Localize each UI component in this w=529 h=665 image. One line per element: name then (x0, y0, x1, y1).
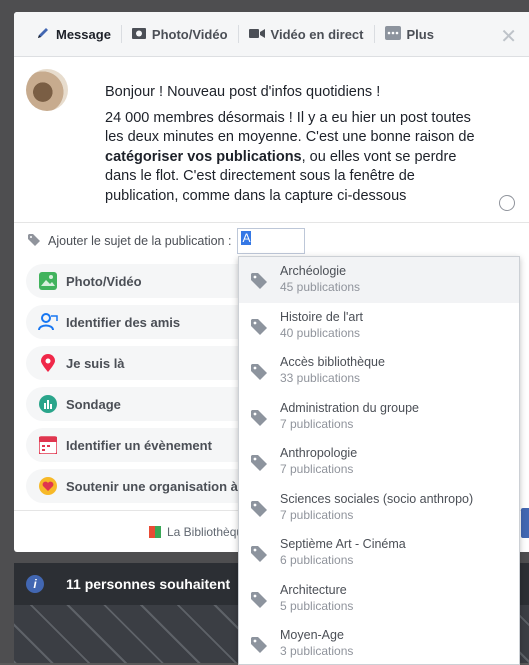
post-text-area[interactable]: Bonjour ! Nouveau post d'infos quotidien… (14, 57, 529, 217)
suggestion-name: Histoire de l'art (280, 309, 363, 324)
publish-button[interactable] (521, 508, 529, 538)
tag-icon (251, 318, 267, 340)
calendar-icon (38, 435, 58, 455)
tab-more-label: Plus (406, 26, 434, 42)
video-camera-icon (248, 27, 265, 42)
suggestion-count: 3 publications (280, 644, 354, 658)
tab-photo-video-label: Photo/Vidéo (151, 26, 228, 42)
suggestion-name: Septième Art - Cinéma (280, 537, 406, 551)
post-text[interactable]: Bonjour ! Nouveau post d'infos quotidien… (105, 83, 480, 212)
topic-label: Ajouter le sujet de la publication : (48, 234, 232, 248)
suggestion-item[interactable]: Anthropologie 7 publications (239, 439, 519, 485)
suggestion-item[interactable]: Sciences sociales (socio anthropo) 7 publ… (239, 485, 519, 531)
topic-input[interactable]: A (237, 228, 306, 254)
suggestion-name: Moyen-Age (280, 628, 344, 642)
suggestion-item[interactable]: Administration du groupe 7 publications (239, 394, 519, 440)
composer-tabs: Message Photo/Vidéo Vidéo en direct Plus… (14, 12, 529, 57)
suggestion-count: 5 publications (280, 598, 354, 613)
tab-photo-video[interactable]: Photo/Vidéo (122, 12, 238, 56)
tab-live-video[interactable]: Vidéo en direct (239, 12, 374, 56)
heart-support-icon (38, 476, 58, 496)
tag-icon (251, 637, 267, 658)
tab-message-label: Message (56, 26, 111, 42)
suggestion-item[interactable]: Archéologie 45 publications (239, 257, 519, 303)
suggestion-count: 7 publications (280, 416, 354, 431)
avatar (26, 69, 68, 111)
topic-suggestions-dropdown: Archéologie 45 publications Histoire de l… (238, 256, 520, 665)
option-label: Sondage (66, 396, 121, 412)
tag-friends-icon (38, 312, 58, 332)
option-label: Identifier un évènement (66, 437, 212, 453)
tag-icon (251, 273, 267, 294)
post-line-1: Bonjour ! Nouveau post d'infos quotidien… (105, 84, 381, 100)
photo-icon (38, 271, 58, 291)
pencil-icon (36, 26, 50, 43)
suggestion-count: 33 publications (280, 371, 361, 385)
suggestion-item[interactable]: Histoire de l'art 40 publications (239, 303, 519, 349)
suggestion-count: 7 publications (280, 462, 354, 476)
suggestion-count: 6 publications (280, 553, 354, 567)
suggestion-item[interactable]: Architecture 5 publications (239, 576, 519, 622)
suggestion-name: Sciences sociales (socio anthropo) (280, 491, 474, 506)
camera-icon (131, 27, 146, 42)
tag-icon (251, 546, 267, 567)
tag-icon (251, 455, 267, 476)
tab-live-video-label: Vidéo en direct (270, 26, 364, 42)
close-icon[interactable]: ✕ (500, 24, 517, 49)
topic-input-value: A (241, 231, 252, 245)
tag-icon (251, 591, 267, 613)
suggestion-name: Anthropologie (280, 446, 358, 460)
option-label: Je suis là (66, 355, 125, 371)
tag-icon (251, 364, 267, 385)
post-paragraph-2: 24 000 membres désormais ! Il y a eu hie… (105, 109, 480, 207)
suggestion-item[interactable]: Accès bibliothèque 33 publications (239, 348, 519, 394)
suggestion-count: 40 publications (280, 325, 361, 340)
tag-icon (251, 409, 267, 431)
post-text-bold: catégoriser vos publications (105, 148, 302, 165)
topic-row: Ajouter le sujet de la publication : A (14, 222, 529, 259)
location-pin-icon (38, 353, 58, 373)
more-icon (384, 25, 401, 43)
emoji-icon[interactable] (499, 195, 515, 211)
suggestion-name: Architecture (280, 582, 347, 597)
poll-icon (38, 394, 58, 414)
post-text-part: 24 000 membres désormais ! Il y a eu hie… (105, 109, 475, 146)
suggestion-name: Archéologie (280, 264, 347, 278)
suggestion-name: Administration du groupe (280, 400, 419, 415)
option-label: Soutenir une organisation à b (66, 478, 250, 494)
option-label: Identifier des amis (66, 314, 181, 330)
suggestion-count: 7 publications (280, 507, 354, 522)
option-label: Photo/Vidéo (66, 273, 142, 289)
page-logo-icon (149, 526, 161, 538)
suggestion-item[interactable]: Moyen-Age 3 publications (239, 621, 519, 664)
info-icon: i (26, 575, 44, 593)
tab-more[interactable]: Plus (375, 12, 444, 56)
tab-message[interactable]: Message (26, 12, 121, 56)
tag-icon (251, 500, 267, 522)
tag-icon (28, 233, 40, 249)
suggestion-item[interactable]: Septième Art - Cinéma 6 publications (239, 530, 519, 576)
notification-text: 11 personnes souhaitent (66, 576, 231, 592)
suggestion-name: Accès bibliothèque (280, 355, 385, 369)
suggestion-count: 45 publications (280, 280, 361, 294)
